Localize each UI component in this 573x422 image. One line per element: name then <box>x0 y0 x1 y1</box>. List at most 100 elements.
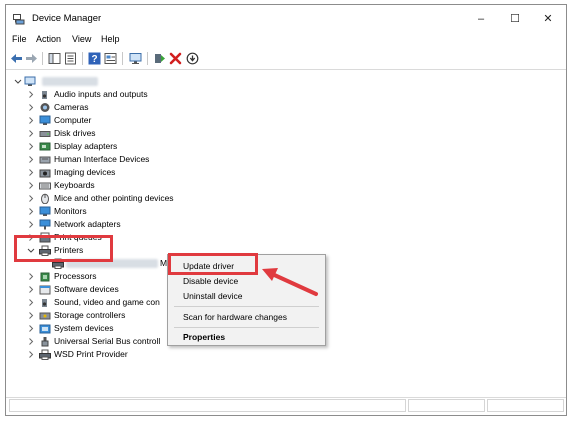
download-icon[interactable] <box>186 52 199 65</box>
red-pointer-arrow-icon <box>262 268 318 296</box>
context-properties[interactable]: Properties <box>183 332 225 342</box>
tree-item-label: System devices <box>54 323 114 333</box>
status-segment <box>9 399 406 412</box>
chevron-right-icon[interactable] <box>27 127 35 140</box>
monitor-icon[interactable] <box>129 52 142 65</box>
title-bar: Device Manager – ☐ ✕ <box>6 5 566 33</box>
tree-item-label: Display adapters <box>54 141 118 151</box>
hid-icon <box>39 156 51 164</box>
tree-item-label: Universal Serial Bus controll <box>54 336 161 346</box>
menu-action[interactable]: Action <box>36 34 61 44</box>
chevron-right-icon[interactable] <box>27 88 35 101</box>
properties-icon[interactable] <box>64 52 77 65</box>
monitor-icon <box>39 206 51 216</box>
chevron-right-icon[interactable] <box>27 322 35 335</box>
printers-highlight-box <box>14 235 113 262</box>
help-icon[interactable]: ? <box>88 52 101 65</box>
window-title: Device Manager <box>32 13 102 24</box>
tree-item-label: Software devices <box>54 284 119 294</box>
tree-item-label: WSD Print Provider <box>54 349 128 359</box>
context-scan-hardware[interactable]: Scan for hardware changes <box>183 312 287 322</box>
speaker-icon <box>42 91 47 99</box>
tree-item-label: Computer <box>54 115 92 125</box>
menu-file[interactable]: File <box>12 34 27 44</box>
chevron-right-icon[interactable] <box>27 192 35 205</box>
toolbar-separator <box>82 52 83 65</box>
device-manager-window: Device Manager – ☐ ✕ File Action View He… <box>5 4 567 416</box>
tree-category-row[interactable]: Mice and other pointing devices <box>6 192 306 205</box>
chevron-right-icon[interactable] <box>27 270 35 283</box>
tree-root-row[interactable] <box>6 75 306 88</box>
chevron-right-icon[interactable] <box>27 140 35 153</box>
update-driver-icon[interactable] <box>153 52 166 65</box>
back-arrow-icon[interactable] <box>10 52 23 65</box>
tree-category-row[interactable]: WSD Print Provider <box>6 348 306 361</box>
tree-category-row[interactable]: Cameras <box>6 101 306 114</box>
chevron-right-icon[interactable] <box>27 218 35 231</box>
tree-category-row[interactable]: Keyboards <box>6 179 306 192</box>
tree-item-label: Human Interface Devices <box>54 154 150 164</box>
status-bar <box>6 397 566 415</box>
chevron-right-icon[interactable] <box>27 166 35 179</box>
chevron-right-icon[interactable] <box>27 153 35 166</box>
storage-icon <box>39 312 51 320</box>
tree-item-label: Processors <box>54 271 97 281</box>
tree-category-row[interactable]: Human Interface Devices <box>6 153 306 166</box>
view-icon[interactable] <box>104 52 117 65</box>
device-tree: Audio inputs and outputs Cameras Computer D… <box>6 69 566 398</box>
chevron-down-icon[interactable] <box>14 75 22 88</box>
tree-item-label: Storage controllers <box>54 310 126 320</box>
tree-item-label: Disk drives <box>54 128 96 138</box>
chevron-right-icon[interactable] <box>27 335 35 348</box>
tree-category-row[interactable]: Imaging devices <box>6 166 306 179</box>
chevron-right-icon[interactable] <box>27 114 35 127</box>
update-driver-highlight-box <box>168 253 258 275</box>
chevron-right-icon[interactable] <box>27 309 35 322</box>
minimize-button[interactable]: – <box>466 9 496 29</box>
tree-category-row[interactable]: Monitors <box>6 205 306 218</box>
menu-view[interactable]: View <box>72 34 91 44</box>
chevron-right-icon[interactable] <box>27 179 35 192</box>
tree-item-label: Sound, video and game con <box>54 297 160 307</box>
tree-category-row[interactable]: Audio inputs and outputs <box>6 88 306 101</box>
keyboard-icon <box>39 182 51 190</box>
computer-icon <box>39 115 51 125</box>
redacted-computer-name <box>42 77 98 86</box>
tree-item-label: Mice and other pointing devices <box>54 193 174 203</box>
menu-help[interactable]: Help <box>101 34 120 44</box>
svg-text:?: ? <box>91 54 97 65</box>
show-hide-tree-icon[interactable] <box>48 52 61 65</box>
toolbar-separator <box>147 52 148 65</box>
tree-item-label: Audio inputs and outputs <box>54 89 148 99</box>
chevron-right-icon[interactable] <box>27 283 35 296</box>
disk-drive-icon <box>39 131 51 137</box>
chevron-right-icon[interactable] <box>27 101 35 114</box>
display-adapter-icon <box>39 142 51 151</box>
tree-item-label: Network adapters <box>54 219 121 229</box>
tree-category-row[interactable]: Disk drives <box>6 127 306 140</box>
uninstall-x-icon[interactable] <box>169 52 182 65</box>
forward-arrow-icon[interactable] <box>25 52 38 65</box>
chevron-right-icon[interactable] <box>27 348 35 361</box>
chevron-right-icon[interactable] <box>27 296 35 309</box>
tree-item-label: Imaging devices <box>54 167 116 177</box>
tree-category-row[interactable]: Display adapters <box>6 140 306 153</box>
maximize-button[interactable]: ☐ <box>500 9 530 29</box>
context-uninstall-device[interactable]: Uninstall device <box>183 291 243 301</box>
tree-category-row[interactable]: Network adapters <box>6 218 306 231</box>
tree-item-label: Cameras <box>54 102 89 112</box>
printer-icon <box>39 349 51 360</box>
imaging-icon <box>39 169 51 178</box>
device-manager-app-icon <box>13 14 25 25</box>
processor-icon <box>40 272 50 282</box>
close-button[interactable]: ✕ <box>533 9 563 29</box>
tree-category-row[interactable]: Computer <box>6 114 306 127</box>
context-separator <box>174 327 319 328</box>
tree-item-label: Keyboards <box>54 180 95 190</box>
usb-icon <box>41 337 49 347</box>
status-segment <box>487 399 564 412</box>
mouse-icon <box>41 193 49 204</box>
context-disable-device[interactable]: Disable device <box>183 276 238 286</box>
status-segment <box>408 399 485 412</box>
chevron-right-icon[interactable] <box>27 205 35 218</box>
